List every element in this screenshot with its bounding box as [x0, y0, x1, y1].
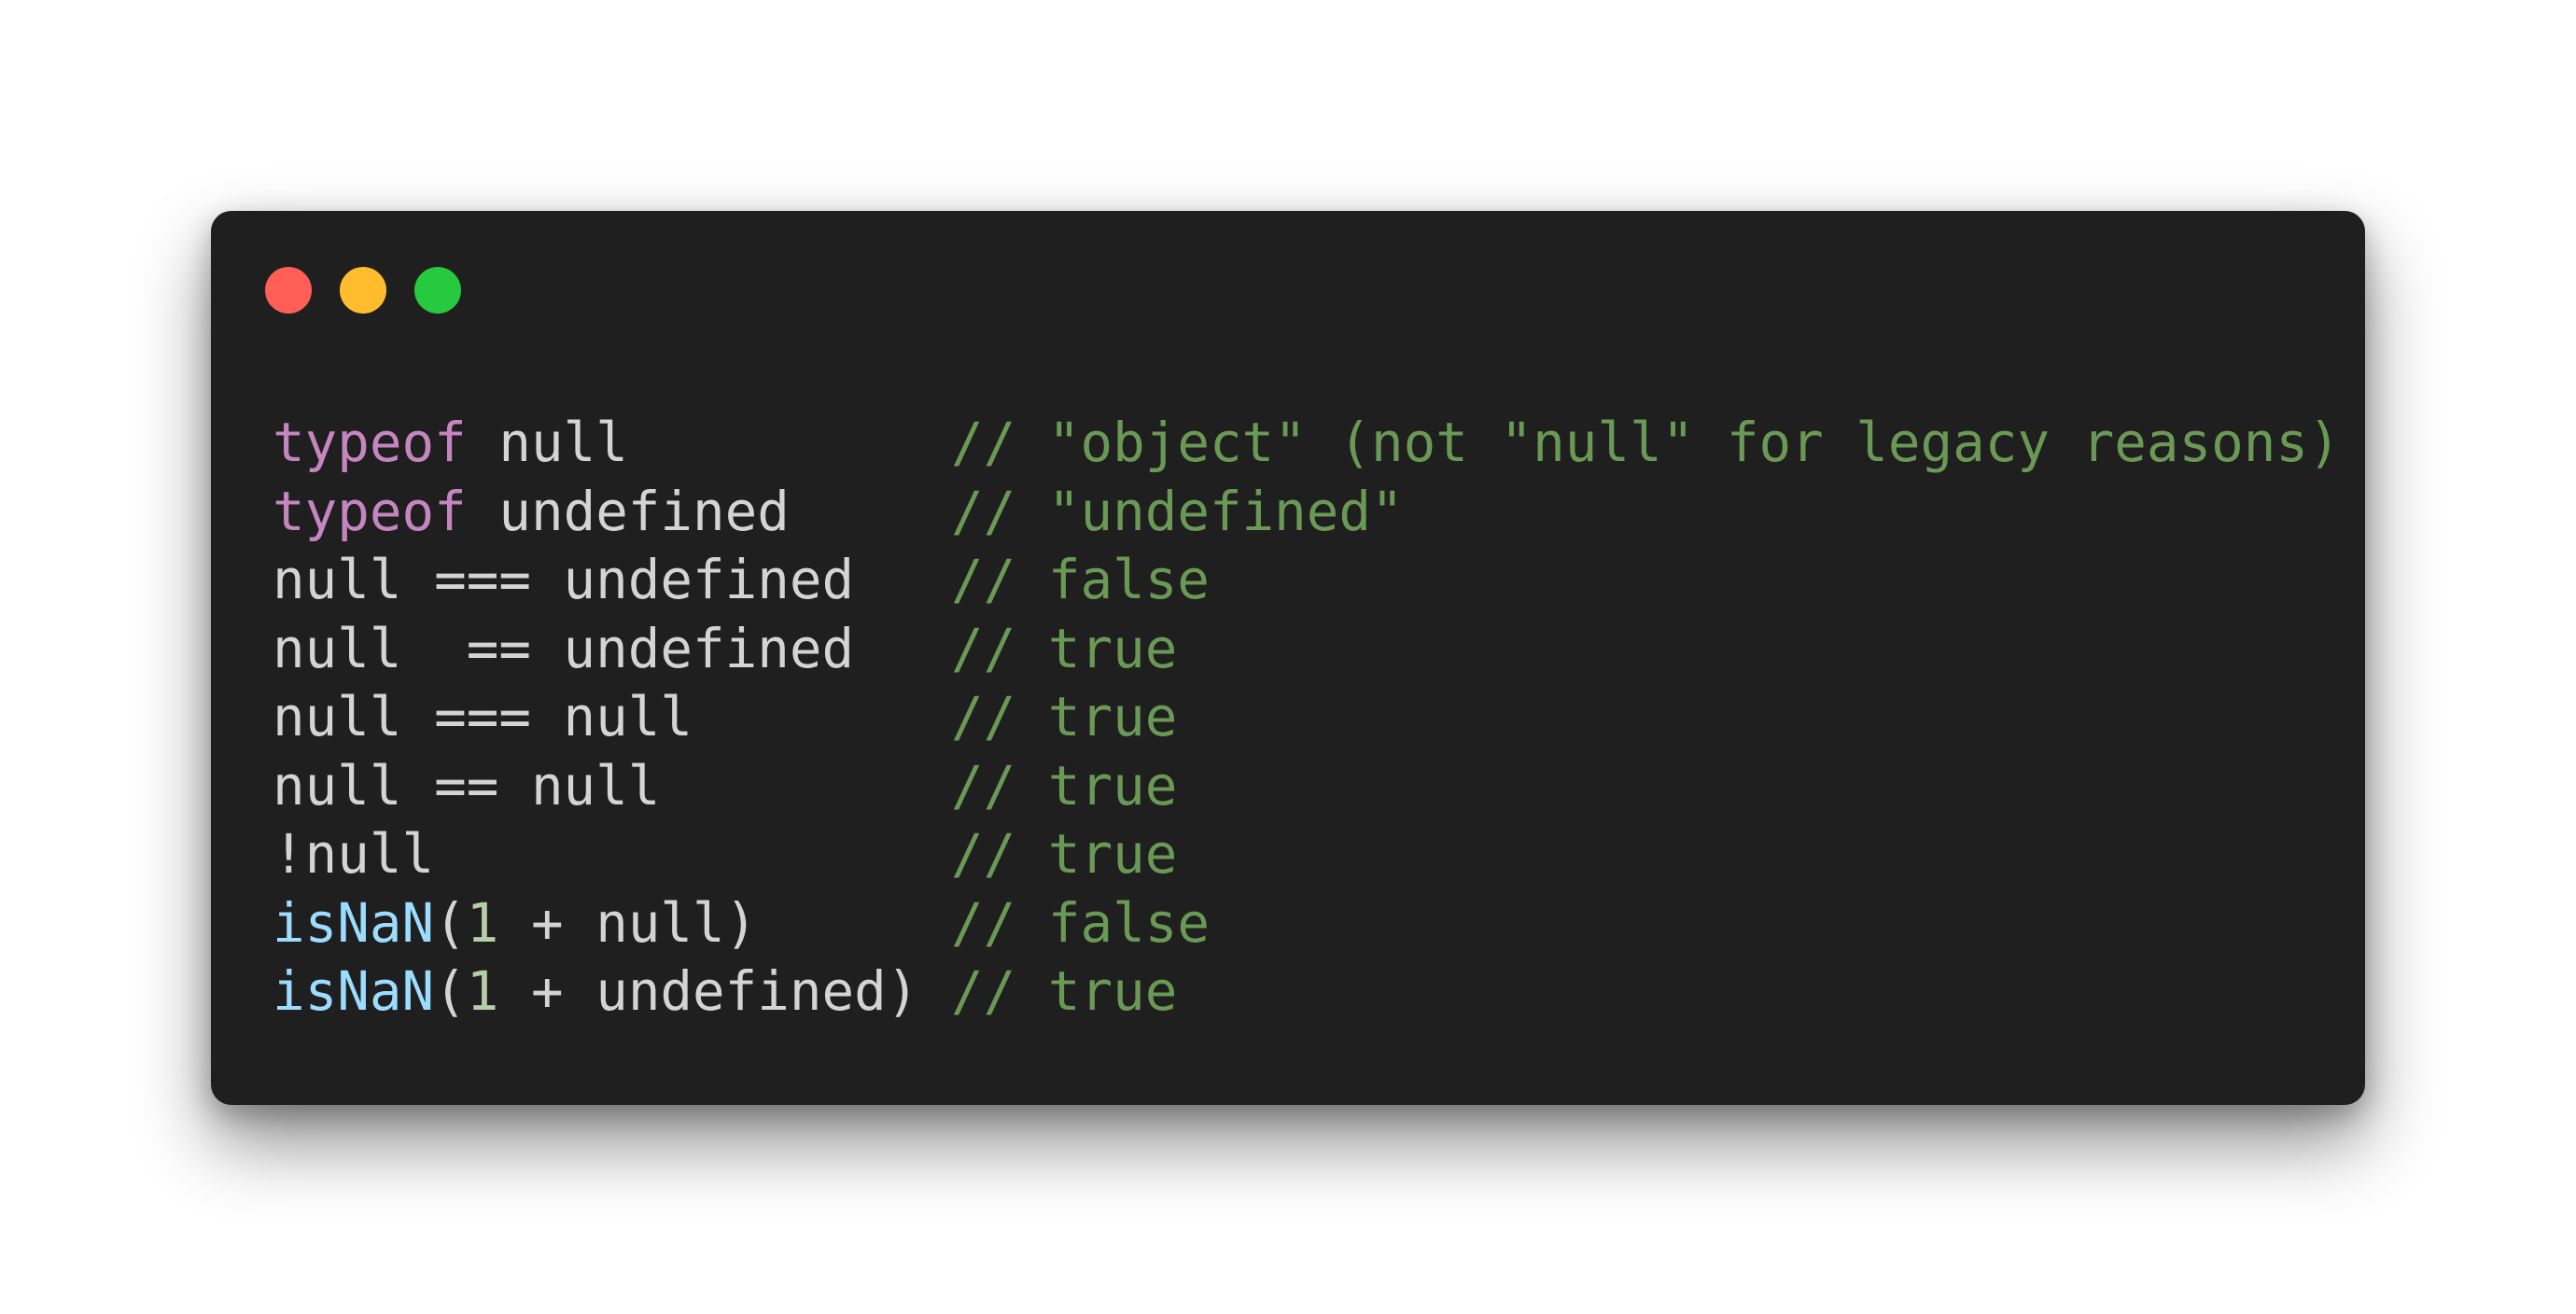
code-line: null == null // true	[273, 752, 2341, 821]
code-line: typeof undefined // "undefined"	[273, 478, 2341, 547]
code-token: null == undefined	[273, 617, 951, 680]
minimize-button[interactable]	[340, 267, 386, 314]
code-line: typeof null // "object" (not "null" for …	[273, 409, 2341, 478]
comment-token: // true	[950, 823, 1178, 886]
code-token: undefined	[466, 480, 951, 543]
code-line: null === null // true	[273, 683, 2341, 752]
comment-token: // false	[951, 891, 1210, 955]
comment-token: // true	[950, 617, 1178, 680]
code-token: null	[466, 412, 951, 474]
keyword-token: typeof	[273, 480, 467, 543]
code-token: null === undefined	[273, 549, 951, 611]
comment-token: // "undefined"	[951, 480, 1404, 543]
code-token: (	[434, 960, 467, 1023]
code-token: + null)	[498, 891, 951, 955]
code-token: null == null	[273, 754, 951, 818]
code-line: null == undefined // true	[273, 615, 2341, 684]
code-block: typeof null // "object" (not "null" for …	[273, 409, 2341, 1027]
close-button[interactable]	[265, 267, 312, 314]
code-token: + undefined)	[498, 960, 951, 1023]
code-window: typeof null // "object" (not "null" for …	[211, 211, 2365, 1105]
comment-token: // false	[950, 549, 1210, 611]
comment-token: // true	[950, 686, 1178, 748]
function-token: isNaN	[273, 891, 435, 955]
code-line: !null // true	[273, 820, 2341, 889]
number-token: 1	[466, 960, 499, 1023]
code-token: !null	[273, 823, 951, 886]
code-token: null === null	[273, 686, 951, 748]
code-token: (	[434, 891, 467, 955]
code-line: isNaN(1 + undefined) // true	[273, 958, 2341, 1027]
code-line: null === undefined // false	[273, 546, 2341, 615]
maximize-button[interactable]	[414, 267, 461, 314]
number-token: 1	[466, 891, 499, 955]
code-line: isNaN(1 + null) // false	[273, 889, 2341, 958]
function-token: isNaN	[273, 960, 435, 1023]
comment-token: // true	[951, 960, 1178, 1023]
comment-token: // "object" (not "null" for legacy reaso…	[951, 412, 2341, 474]
keyword-token: typeof	[273, 412, 467, 474]
title-bar	[211, 211, 2365, 360]
comment-token: // true	[950, 754, 1178, 818]
